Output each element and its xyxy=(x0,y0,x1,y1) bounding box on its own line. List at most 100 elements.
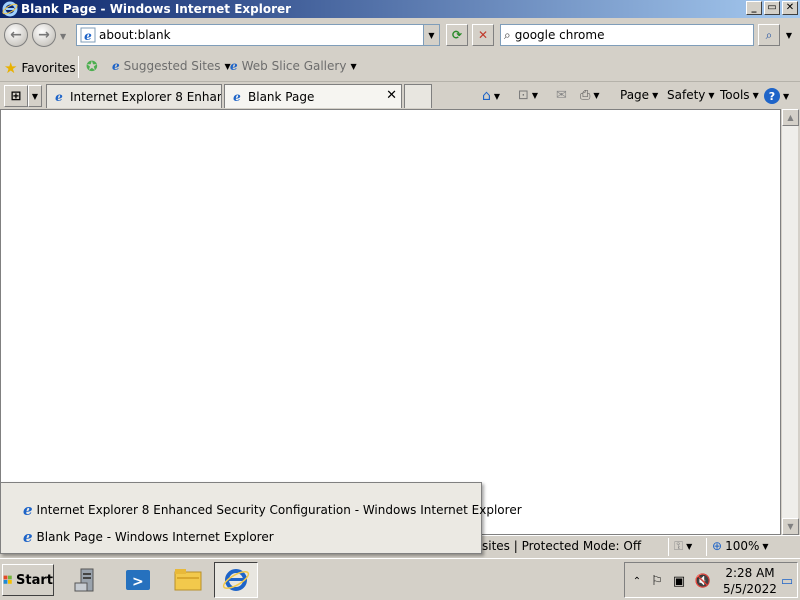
ie-page-icon: e xyxy=(230,59,238,73)
system-tray: ⌃ ⚐ ▣ 🔇 2:28 AM 5/5/2022 ▭ xyxy=(624,562,798,598)
tab-blank-page[interactable]: e Blank Page ✕ xyxy=(224,84,402,108)
chevron-down-icon: ▼ xyxy=(531,91,539,100)
search-box[interactable]: ⌕ google chrome xyxy=(500,24,754,46)
internet-explorer-icon: e xyxy=(23,501,33,519)
chevron-down-icon: ▼ xyxy=(686,542,693,551)
close-window-button[interactable]: ✕ xyxy=(782,1,798,15)
chevron-down-icon: ▼ xyxy=(783,91,790,101)
chevron-down-icon: ▼ xyxy=(708,90,715,100)
vertical-scrollbar[interactable]: ▲ ▼ xyxy=(781,109,799,535)
favorites-separator xyxy=(78,56,79,78)
server-manager-icon xyxy=(74,568,94,592)
back-button[interactable]: ← xyxy=(4,23,28,47)
show-hidden-icons-button[interactable]: ⌃ xyxy=(629,573,645,589)
window-title: Blank Page - Windows Internet Explorer xyxy=(21,2,292,16)
scroll-up-icon[interactable]: ▲ xyxy=(782,109,799,126)
read-mail-button[interactable]: ✉ xyxy=(556,88,567,103)
clock[interactable]: 2:28 AM 5/5/2022 xyxy=(723,565,777,597)
tab-label: Internet Explorer 8 Enhance... xyxy=(70,89,222,104)
chevron-up-icon: ⌃ xyxy=(632,575,642,587)
taskbar-windows-explorer[interactable] xyxy=(166,562,210,598)
favorites-star-icon: ★ xyxy=(4,59,18,77)
minimize-button[interactable]: _ xyxy=(746,1,762,15)
web-slice-gallery-link[interactable]: e Web Slice Gallery ▼ xyxy=(230,59,357,73)
recent-pages-dropdown-icon[interactable]: ▼ xyxy=(60,32,66,41)
window-controls: _ ▭ ✕ xyxy=(746,1,798,15)
feeds-icon: ⊡ xyxy=(518,88,529,103)
navigation-bar: ← → ▼ e about:blank ▼ ⟳ ✕ ⌕ google chrom… xyxy=(0,18,800,52)
scroll-down-icon[interactable]: ▼ xyxy=(782,518,799,535)
stop-button[interactable]: ✕ xyxy=(472,24,494,46)
address-bar[interactable]: e about:blank ▼ xyxy=(76,24,440,46)
new-tab-button[interactable] xyxy=(404,84,432,108)
restore-button[interactable]: ▭ xyxy=(764,1,780,15)
start-label: Start xyxy=(16,572,53,588)
taskbar-powershell[interactable]: > xyxy=(116,562,160,598)
tab-list-dropdown-icon[interactable]: ▼ xyxy=(28,85,42,107)
status-separator xyxy=(706,538,707,556)
tab-label: Blank Page xyxy=(248,89,315,104)
search-button[interactable]: ⌕ xyxy=(758,24,780,46)
zoom-control[interactable]: ⊕ 100% ▼ xyxy=(712,539,769,553)
explorer-folder-icon xyxy=(174,569,202,591)
security-zone-text: sites | Protected Mode: Off xyxy=(482,539,642,553)
home-icon: ⌂ xyxy=(482,88,491,104)
refresh-button[interactable]: ⟳ xyxy=(446,24,468,46)
volume-muted-icon[interactable]: 🔇 xyxy=(695,573,711,589)
search-icon: ⌕ xyxy=(504,27,511,42)
windows-logo-icon xyxy=(3,575,12,584)
help-icon: ? xyxy=(764,88,780,104)
tab-ie-esc[interactable]: e Internet Explorer 8 Enhance... xyxy=(46,84,222,108)
safety-menu[interactable]: Safety ▼ xyxy=(667,88,715,102)
add-to-favorites-bar-button[interactable]: ✪ xyxy=(86,59,98,75)
chevron-down-icon: ▼ xyxy=(593,91,600,100)
feeds-button[interactable]: ⊡ ▼ xyxy=(518,88,538,103)
address-input[interactable]: about:blank xyxy=(99,28,171,42)
zoom-level: 100% xyxy=(725,539,760,553)
chevron-down-icon: ▼ xyxy=(350,61,357,71)
chevron-down-icon: ▼ xyxy=(652,90,659,100)
print-button[interactable]: ⎙ ▼ xyxy=(580,88,600,103)
tools-menu-label: Tools xyxy=(720,88,750,102)
page-content[interactable] xyxy=(0,109,781,535)
tools-menu[interactable]: Tools ▼ xyxy=(720,88,759,102)
quick-tabs-button[interactable]: ⊞ xyxy=(4,85,28,107)
show-desktop-button[interactable]: ▭ xyxy=(779,573,795,589)
favorites-bar: ★ Favorites ✪ e Suggested Sites ▼ e Web … xyxy=(0,52,800,82)
action-center-flag-icon[interactable]: ⚐ xyxy=(649,573,665,589)
chevron-down-icon: ▼ xyxy=(752,90,759,100)
address-dropdown-icon[interactable]: ▼ xyxy=(423,25,439,45)
internet-explorer-icon xyxy=(222,569,250,591)
start-button[interactable]: Start xyxy=(2,564,54,596)
taskbar-internet-explorer[interactable] xyxy=(214,562,258,598)
search-options-dropdown-icon[interactable]: ▼ xyxy=(782,24,796,46)
page-menu-label: Page xyxy=(620,88,650,102)
home-button[interactable]: ⌂ ▼ xyxy=(482,88,500,104)
quick-tabs-icon: ⊞ xyxy=(10,88,22,104)
forward-button[interactable]: → xyxy=(32,23,56,47)
favorites-button[interactable]: ★ Favorites xyxy=(4,59,76,77)
powershell-icon: > xyxy=(126,570,150,590)
page-menu[interactable]: Page ▼ xyxy=(620,88,658,102)
window-list-label: Internet Explorer 8 Enhanced Security Co… xyxy=(36,503,522,517)
svg-text:e: e xyxy=(84,29,92,43)
network-icon[interactable]: ▣ xyxy=(671,573,687,589)
help-menu[interactable]: ? ▼ xyxy=(764,88,789,104)
svg-text:>: > xyxy=(132,574,144,590)
search-input[interactable]: google chrome xyxy=(515,28,605,42)
clock-date: 5/5/2022 xyxy=(723,582,777,596)
suggested-sites-link[interactable]: e Suggested Sites ▼ xyxy=(112,59,231,73)
status-separator xyxy=(668,538,669,556)
zoom-icon: ⊕ xyxy=(712,539,723,553)
chevron-down-icon: ▼ xyxy=(493,91,501,101)
protected-mode-button[interactable]: ⚿ ▼ xyxy=(674,539,692,554)
window-list-item[interactable]: e Blank Page - Windows Internet Explorer xyxy=(23,528,274,546)
print-icon: ⎙ xyxy=(580,88,591,103)
mail-icon: ✉ xyxy=(556,88,567,103)
window-list-item[interactable]: e Internet Explorer 8 Enhanced Security … xyxy=(23,501,522,519)
close-tab-button[interactable]: ✕ xyxy=(386,88,397,103)
internet-explorer-icon: e xyxy=(233,89,241,104)
taskbar-server-manager[interactable] xyxy=(66,562,110,598)
window-list-label: Blank Page - Windows Internet Explorer xyxy=(36,530,274,544)
desktop-icon: ▭ xyxy=(780,573,794,589)
